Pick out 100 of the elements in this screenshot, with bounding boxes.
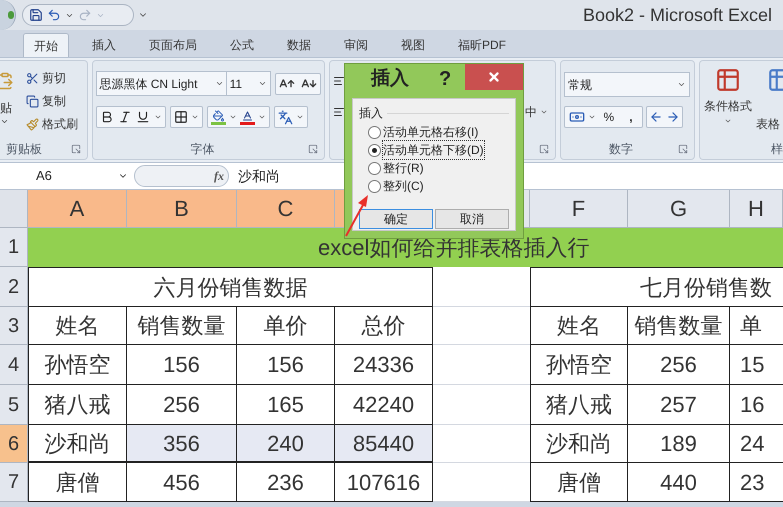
- dialog-title: 插入: [371, 66, 409, 91]
- column-heading-cell: 单: [730, 307, 783, 345]
- row-header[interactable]: 1: [0, 228, 28, 267]
- table-cell: 156: [237, 345, 335, 385]
- column-header[interactable]: H: [730, 190, 783, 228]
- radio-option[interactable]: 活动单元格下移(D): [368, 141, 509, 159]
- insert-function-button[interactable]: fx: [214, 167, 224, 185]
- row-header[interactable]: 4: [0, 345, 28, 385]
- cut-icon: [26, 72, 39, 84]
- caret-icon[interactable]: [191, 113, 200, 121]
- help-button[interactable]: ?: [439, 64, 452, 94]
- clipboard-button[interactable]: 格式刷: [26, 115, 78, 133]
- table-cell: 107616: [335, 463, 433, 502]
- ribbon-tab[interactable]: 页面布局: [139, 33, 207, 57]
- table-cell: 猪八戒: [28, 385, 127, 425]
- dialog-launcher-icon[interactable]: [678, 144, 688, 154]
- decrease-decimal-icon[interactable]: [666, 110, 680, 124]
- table-cell: 156: [127, 345, 237, 385]
- caret-icon[interactable]: [296, 113, 304, 121]
- radio-button[interactable]: [368, 126, 381, 138]
- ribbon-tab[interactable]: 审阅: [334, 33, 378, 57]
- font-color-icon[interactable]: [240, 110, 256, 124]
- table-icon: [715, 67, 741, 93]
- save-icon[interactable]: [29, 8, 43, 22]
- merge-center-label[interactable]: 中: [524, 103, 537, 121]
- dialog-launcher-icon[interactable]: [71, 144, 82, 154]
- clipboard-button[interactable]: 剪切: [26, 69, 78, 87]
- font-size-dropdown[interactable]: 11: [226, 71, 272, 96]
- italic-icon[interactable]: [118, 110, 132, 124]
- row-header[interactable]: 7: [0, 463, 28, 502]
- underline-icon[interactable]: [136, 110, 150, 124]
- column-heading-cell: 姓名: [530, 307, 628, 345]
- caret-icon[interactable]: [588, 113, 596, 121]
- dialog-launcher-icon[interactable]: [538, 144, 549, 154]
- caret-icon[interactable]: [229, 113, 238, 121]
- caret-icon[interactable]: [258, 79, 268, 88]
- number-format-dropdown[interactable]: 常规: [564, 72, 690, 97]
- row-header[interactable]: 3: [0, 307, 28, 345]
- column-header[interactable]: B: [127, 190, 237, 228]
- increase-decimal-icon[interactable]: [648, 110, 663, 124]
- column-header[interactable]: G: [628, 190, 730, 228]
- radio-option[interactable]: 整行(R): [368, 159, 509, 177]
- ribbon-tab[interactable]: 公式: [220, 33, 264, 57]
- close-button[interactable]: [465, 64, 523, 90]
- bold-icon[interactable]: [100, 110, 114, 124]
- table-cell: 24336: [335, 345, 433, 385]
- clipboard-button[interactable]: 复制: [26, 92, 78, 110]
- column-header[interactable]: F: [530, 190, 628, 228]
- copy-icon: [26, 94, 39, 108]
- caret-icon[interactable]: [214, 79, 224, 88]
- formula-input[interactable]: 沙和尚: [238, 166, 280, 186]
- table-cell: 16: [730, 385, 783, 425]
- phonetic-icon[interactable]: [278, 110, 294, 124]
- dialog-button[interactable]: 确定: [359, 209, 433, 229]
- radio-option[interactable]: 整列(C): [368, 177, 509, 195]
- borders-icon[interactable]: [174, 110, 188, 124]
- row-header[interactable]: 5: [0, 385, 28, 425]
- table-cell: 257: [628, 385, 730, 425]
- table-cell: 孙悟空: [530, 345, 628, 385]
- group-label: 剪贴板: [6, 141, 42, 158]
- radio-button[interactable]: [368, 162, 381, 174]
- row-header[interactable]: 6: [0, 425, 28, 463]
- dialog-launcher-icon[interactable]: [308, 144, 318, 154]
- caret-icon[interactable]: [0, 117, 9, 126]
- caret-icon[interactable]: [258, 113, 266, 121]
- dialog-button[interactable]: 取消: [435, 209, 509, 229]
- radio-button[interactable]: [368, 144, 381, 156]
- ribbon-tab[interactable]: 数据: [277, 33, 321, 57]
- caret-icon[interactable]: [154, 113, 162, 121]
- undo-icon[interactable]: [47, 8, 61, 22]
- ribbon-tab[interactable]: 福昕PDF: [448, 33, 516, 57]
- radio-button[interactable]: [368, 180, 381, 192]
- table-cell: 沙和尚: [530, 425, 628, 463]
- percent-button[interactable]: %: [598, 108, 620, 126]
- radio-option[interactable]: 活动单元格右移(I): [368, 123, 509, 141]
- group-label: 插入: [359, 105, 383, 122]
- comma-button[interactable]: ,: [620, 108, 642, 126]
- table-cell: 唐僧: [28, 463, 127, 502]
- row-header[interactable]: 2: [0, 267, 28, 307]
- fill-color-icon[interactable]: [211, 110, 226, 124]
- paste-label[interactable]: 贴: [0, 99, 12, 117]
- ribbon-tab[interactable]: 开始: [23, 33, 69, 57]
- group-label: 样: [771, 141, 783, 158]
- name-box[interactable]: A6: [0, 164, 130, 188]
- ribbon-tab[interactable]: 插入: [82, 33, 126, 57]
- table-cell: 猪八戒: [530, 385, 628, 425]
- font-name-dropdown[interactable]: 思源黑体 CN Light: [96, 71, 227, 96]
- column-header[interactable]: C: [237, 190, 335, 228]
- column-heading-cell: 单价: [237, 307, 335, 345]
- ribbon-tab[interactable]: 视图: [391, 33, 435, 57]
- table-format-label[interactable]: 表格: [756, 115, 780, 133]
- office-button[interactable]: [0, 0, 16, 30]
- caret-icon[interactable]: [724, 117, 732, 125]
- caret-icon[interactable]: [540, 108, 548, 116]
- table-cell: 189: [628, 425, 730, 463]
- column-heading-cell: 总价: [335, 307, 433, 345]
- column-header[interactable]: A: [28, 190, 127, 228]
- caret-icon[interactable]: [676, 80, 686, 89]
- conditional-format-button[interactable]: 条件格式: [700, 67, 756, 133]
- table-cell: 240: [237, 425, 335, 463]
